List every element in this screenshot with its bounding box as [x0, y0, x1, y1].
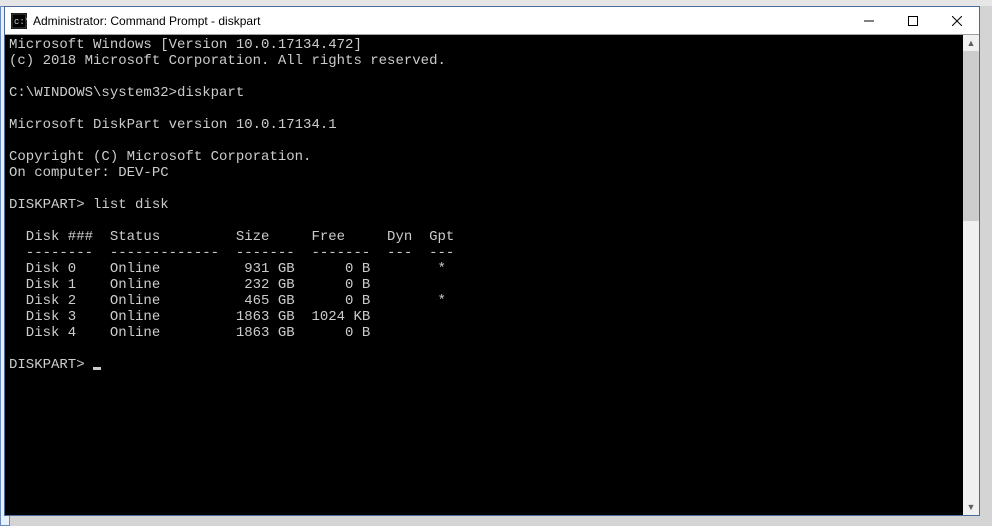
- scroll-thumb[interactable]: [963, 51, 979, 221]
- minimize-button[interactable]: [847, 7, 891, 34]
- cmd-icon: c:\: [11, 13, 27, 29]
- svg-text:c:\: c:\: [14, 17, 27, 27]
- prompt: DISKPART>: [9, 357, 93, 373]
- window-controls: [847, 7, 979, 34]
- close-button[interactable]: [935, 7, 979, 34]
- scroll-up-arrow[interactable]: ▲: [963, 35, 979, 51]
- command-prompt-window: c:\ Administrator: Command Prompt - disk…: [4, 6, 980, 516]
- vertical-scrollbar[interactable]: ▲ ▼: [963, 35, 979, 515]
- maximize-button[interactable]: [891, 7, 935, 34]
- terminal-output[interactable]: Microsoft Windows [Version 10.0.17134.47…: [5, 35, 963, 515]
- scroll-down-arrow[interactable]: ▼: [963, 499, 979, 515]
- client-area: Microsoft Windows [Version 10.0.17134.47…: [5, 35, 979, 515]
- window-title: Administrator: Command Prompt - diskpart: [33, 14, 847, 28]
- cursor: [93, 367, 101, 370]
- titlebar[interactable]: c:\ Administrator: Command Prompt - disk…: [5, 7, 979, 35]
